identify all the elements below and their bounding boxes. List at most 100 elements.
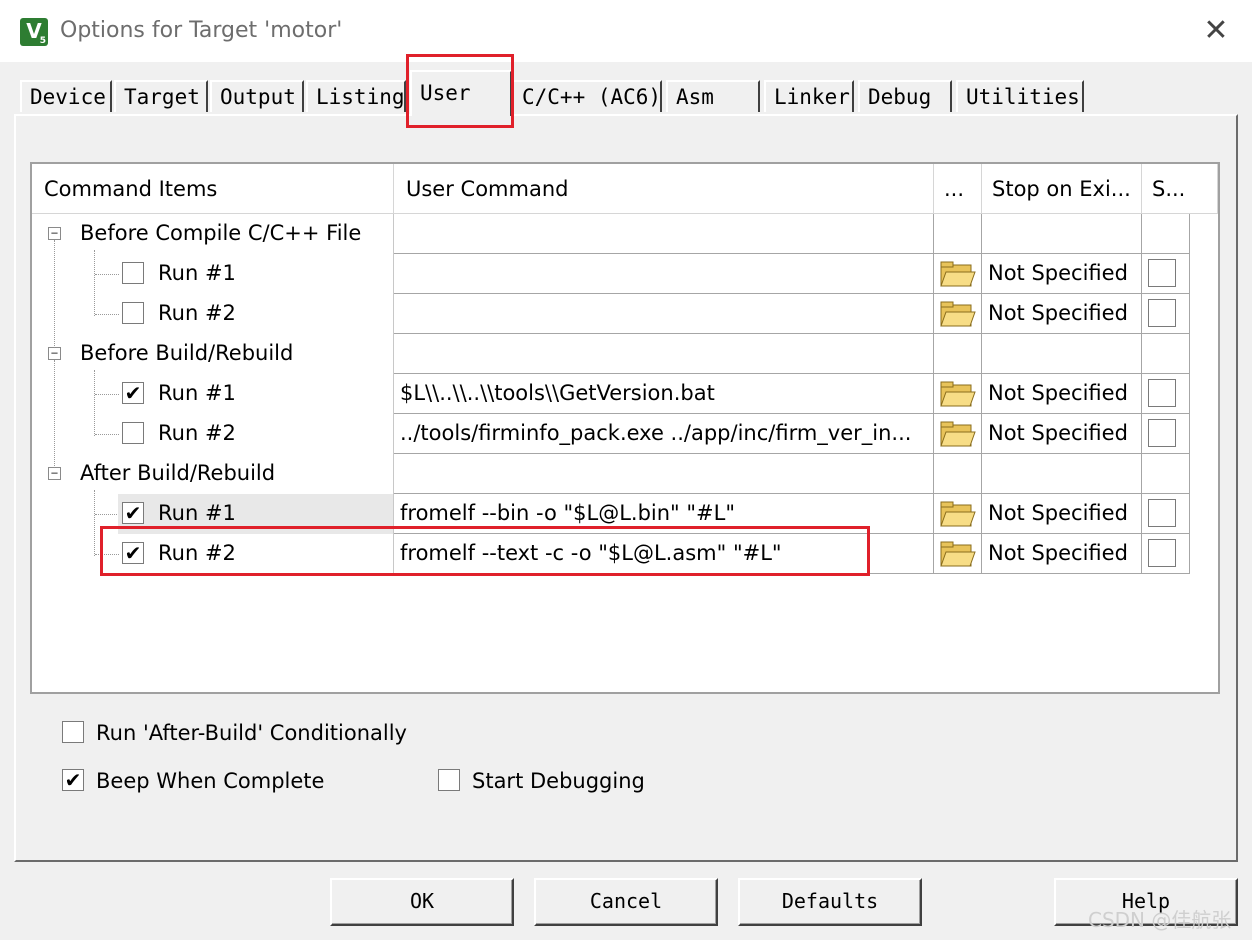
open-folder-icon[interactable] — [940, 540, 976, 568]
table-row: ✔ Run #2 fromelf --text -c -o "$L@L.asm"… — [32, 534, 1190, 574]
command-cell — [394, 334, 934, 374]
stop-on-exit-value[interactable]: Not Specified — [982, 414, 1142, 454]
user-command-field[interactable]: $L\\..\\..\\tools\\GetVersion.bat — [394, 374, 934, 414]
collapse-icon[interactable]: − — [48, 347, 61, 360]
s-checkbox[interactable] — [1148, 379, 1176, 407]
s-cell — [1142, 214, 1190, 254]
browse-cell — [934, 494, 982, 534]
run-cell: Run #2 — [32, 294, 394, 334]
header-s[interactable]: S... — [1142, 164, 1218, 214]
stop-on-exit-value[interactable]: Not Specified — [982, 254, 1142, 294]
collapse-icon[interactable]: − — [48, 227, 61, 240]
tab-target[interactable]: Target — [114, 80, 208, 112]
tab-debug[interactable]: Debug — [858, 80, 952, 112]
option-run-after-build[interactable]: Run 'After-Build' Conditionally — [62, 720, 407, 746]
s-cell — [1142, 254, 1190, 294]
group-cell: − After Build/Rebuild — [32, 454, 394, 494]
browse-cell — [934, 334, 982, 374]
run-after-build-checkbox[interactable] — [62, 721, 84, 743]
beep-checkbox[interactable]: ✔ — [62, 769, 84, 791]
header-user-command[interactable]: User Command — [394, 164, 934, 214]
run-cell: Run #2 — [32, 414, 394, 454]
collapse-icon[interactable]: − — [48, 467, 61, 480]
group-label: After Build/Rebuild — [80, 461, 276, 485]
command-cell — [394, 454, 934, 494]
tab-output[interactable]: Output — [210, 80, 304, 112]
close-icon[interactable]: ✕ — [1192, 12, 1240, 52]
tree-line — [95, 394, 119, 395]
stop-on-exit-value[interactable]: Not Specified — [982, 294, 1142, 334]
tab-utilities[interactable]: Utilities — [956, 80, 1084, 112]
browse-cell — [934, 414, 982, 454]
run-after-build-label: Run 'After-Build' Conditionally — [96, 721, 407, 745]
user-command-field[interactable] — [394, 294, 934, 334]
open-folder-icon[interactable] — [940, 380, 976, 408]
tree-line — [95, 434, 119, 435]
run-checkbox[interactable] — [122, 262, 144, 284]
tree-line — [95, 514, 119, 515]
table-row: ✔ Run #1 fromelf --bin -o "$L@L.bin" "#L… — [32, 494, 1190, 534]
s-cell — [1142, 454, 1190, 494]
run-checkbox[interactable]: ✔ — [122, 382, 144, 404]
s-cell — [1142, 534, 1190, 574]
header-command-items[interactable]: Command Items — [32, 164, 394, 214]
window-title: Options for Target 'motor' — [60, 18, 343, 43]
s-checkbox[interactable] — [1148, 259, 1176, 287]
s-checkbox[interactable] — [1148, 299, 1176, 327]
s-cell — [1142, 334, 1190, 374]
s-checkbox[interactable] — [1148, 499, 1176, 527]
start-debugging-checkbox[interactable] — [438, 769, 460, 791]
stop-on-exit-value[interactable]: Not Specified — [982, 374, 1142, 414]
run-cell: ✔ Run #2 — [32, 534, 394, 574]
watermark-text: CSDN @佳航张 — [1088, 908, 1232, 932]
tab-linker[interactable]: Linker — [764, 80, 854, 112]
run-label: Run #2 — [158, 301, 236, 325]
browse-cell — [934, 294, 982, 334]
stop-on-exit-value[interactable]: Not Specified — [982, 534, 1142, 574]
tab-device[interactable]: Device — [20, 80, 112, 112]
user-command-field[interactable] — [394, 254, 934, 294]
run-checkbox[interactable] — [122, 422, 144, 444]
open-folder-icon[interactable] — [940, 420, 976, 448]
run-cell: Run #1 — [32, 254, 394, 294]
header-browse[interactable]: ... — [934, 164, 982, 214]
s-checkbox[interactable] — [1148, 419, 1176, 447]
browse-cell — [934, 454, 982, 494]
command-cell — [394, 214, 934, 254]
run-cell: ✔ Run #1 — [32, 374, 394, 414]
user-command-field[interactable]: ../tools/firminfo_pack.exe ../app/inc/fi… — [394, 414, 934, 454]
run-checkbox[interactable]: ✔ — [122, 502, 144, 524]
tab-listing[interactable]: Listing — [306, 80, 406, 112]
ok-button[interactable]: OK — [330, 878, 514, 926]
run-checkbox[interactable]: ✔ — [122, 542, 144, 564]
tab-asm[interactable]: Asm — [666, 80, 760, 112]
run-label: Run #1 — [158, 501, 236, 525]
tab-cpp-ac6[interactable]: C/C++ (AC6) — [512, 80, 662, 112]
open-folder-icon[interactable] — [940, 260, 976, 288]
user-command-field[interactable]: fromelf --text -c -o "$L@L.asm" "#L" — [394, 534, 934, 574]
cancel-button[interactable]: Cancel — [534, 878, 718, 926]
table-row: Run #2 ../tools/firminfo_pack.exe ../app… — [32, 414, 1190, 454]
run-checkbox[interactable] — [122, 302, 144, 324]
open-folder-icon[interactable] — [940, 500, 976, 528]
run-label: Run #1 — [158, 261, 236, 285]
tree-line — [95, 274, 119, 275]
run-label: Run #2 — [158, 541, 236, 565]
s-cell — [1142, 414, 1190, 454]
browse-cell — [934, 374, 982, 414]
stop-on-exit-value[interactable]: Not Specified — [982, 494, 1142, 534]
title-bar: V5 Options for Target 'motor' ✕ — [0, 0, 1252, 62]
s-cell — [1142, 374, 1190, 414]
start-debugging-label: Start Debugging — [472, 769, 645, 793]
stop-cell — [982, 454, 1142, 494]
s-checkbox[interactable] — [1148, 539, 1176, 567]
defaults-button[interactable]: Defaults — [738, 878, 922, 926]
tab-user[interactable]: User — [410, 70, 512, 116]
options-dialog: V5 Options for Target 'motor' ✕ Device T… — [0, 0, 1252, 940]
user-command-field[interactable]: fromelf --bin -o "$L@L.bin" "#L" — [394, 494, 934, 534]
group-row: − Before Build/Rebuild — [32, 334, 1190, 374]
option-beep-when-complete[interactable]: ✔ Beep When Complete — [62, 768, 324, 794]
header-stop-on-exit[interactable]: Stop on Exi... — [982, 164, 1142, 214]
open-folder-icon[interactable] — [940, 300, 976, 328]
option-start-debugging[interactable]: Start Debugging — [438, 768, 645, 794]
